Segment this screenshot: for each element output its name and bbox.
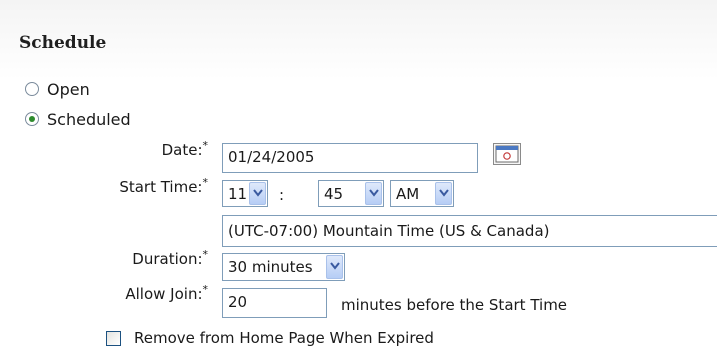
timezone-select[interactable]: (UTC-07:00) Mountain Time (US & Canada) bbox=[222, 215, 717, 247]
scheduled-radio[interactable] bbox=[25, 112, 39, 126]
remove-expired-label[interactable]: Remove from Home Page When Expired bbox=[134, 329, 434, 347]
hour-select[interactable]: 11 bbox=[222, 180, 268, 207]
remove-expired-checkbox[interactable] bbox=[106, 331, 121, 346]
date-label: Date:* bbox=[161, 139, 208, 159]
chevron-down-icon[interactable] bbox=[435, 182, 452, 205]
allow-join-input[interactable]: 20 bbox=[222, 288, 327, 318]
calendar-icon bbox=[494, 145, 520, 168]
allow-join-label: Allow Join:* bbox=[125, 283, 208, 303]
start-time-label: Start Time:* bbox=[119, 176, 208, 196]
section-title: Schedule bbox=[19, 33, 107, 53]
date-input[interactable]: 01/24/2005 bbox=[222, 143, 478, 173]
chevron-down-icon[interactable] bbox=[326, 255, 343, 279]
scheduled-radio-dot bbox=[29, 116, 35, 122]
duration-value: 30 minutes bbox=[228, 258, 313, 276]
duration-select[interactable]: 30 minutes bbox=[222, 253, 345, 281]
chevron-down-icon[interactable] bbox=[249, 182, 266, 205]
open-label[interactable]: Open bbox=[47, 80, 90, 99]
minute-value: 45 bbox=[324, 185, 344, 203]
ampm-value: AM bbox=[396, 185, 420, 203]
scheduled-label[interactable]: Scheduled bbox=[47, 110, 131, 129]
minute-select[interactable]: 45 bbox=[318, 180, 384, 207]
duration-label: Duration:* bbox=[132, 248, 208, 268]
chevron-down-icon[interactable] bbox=[365, 182, 382, 205]
ampm-select[interactable]: AM bbox=[390, 180, 454, 207]
time-separator: : bbox=[279, 186, 285, 204]
header-band bbox=[0, 0, 717, 80]
hour-value: 11 bbox=[228, 185, 248, 203]
calendar-button[interactable] bbox=[493, 143, 521, 165]
allow-join-suffix: minutes before the Start Time bbox=[341, 296, 568, 314]
open-radio[interactable] bbox=[25, 82, 39, 96]
